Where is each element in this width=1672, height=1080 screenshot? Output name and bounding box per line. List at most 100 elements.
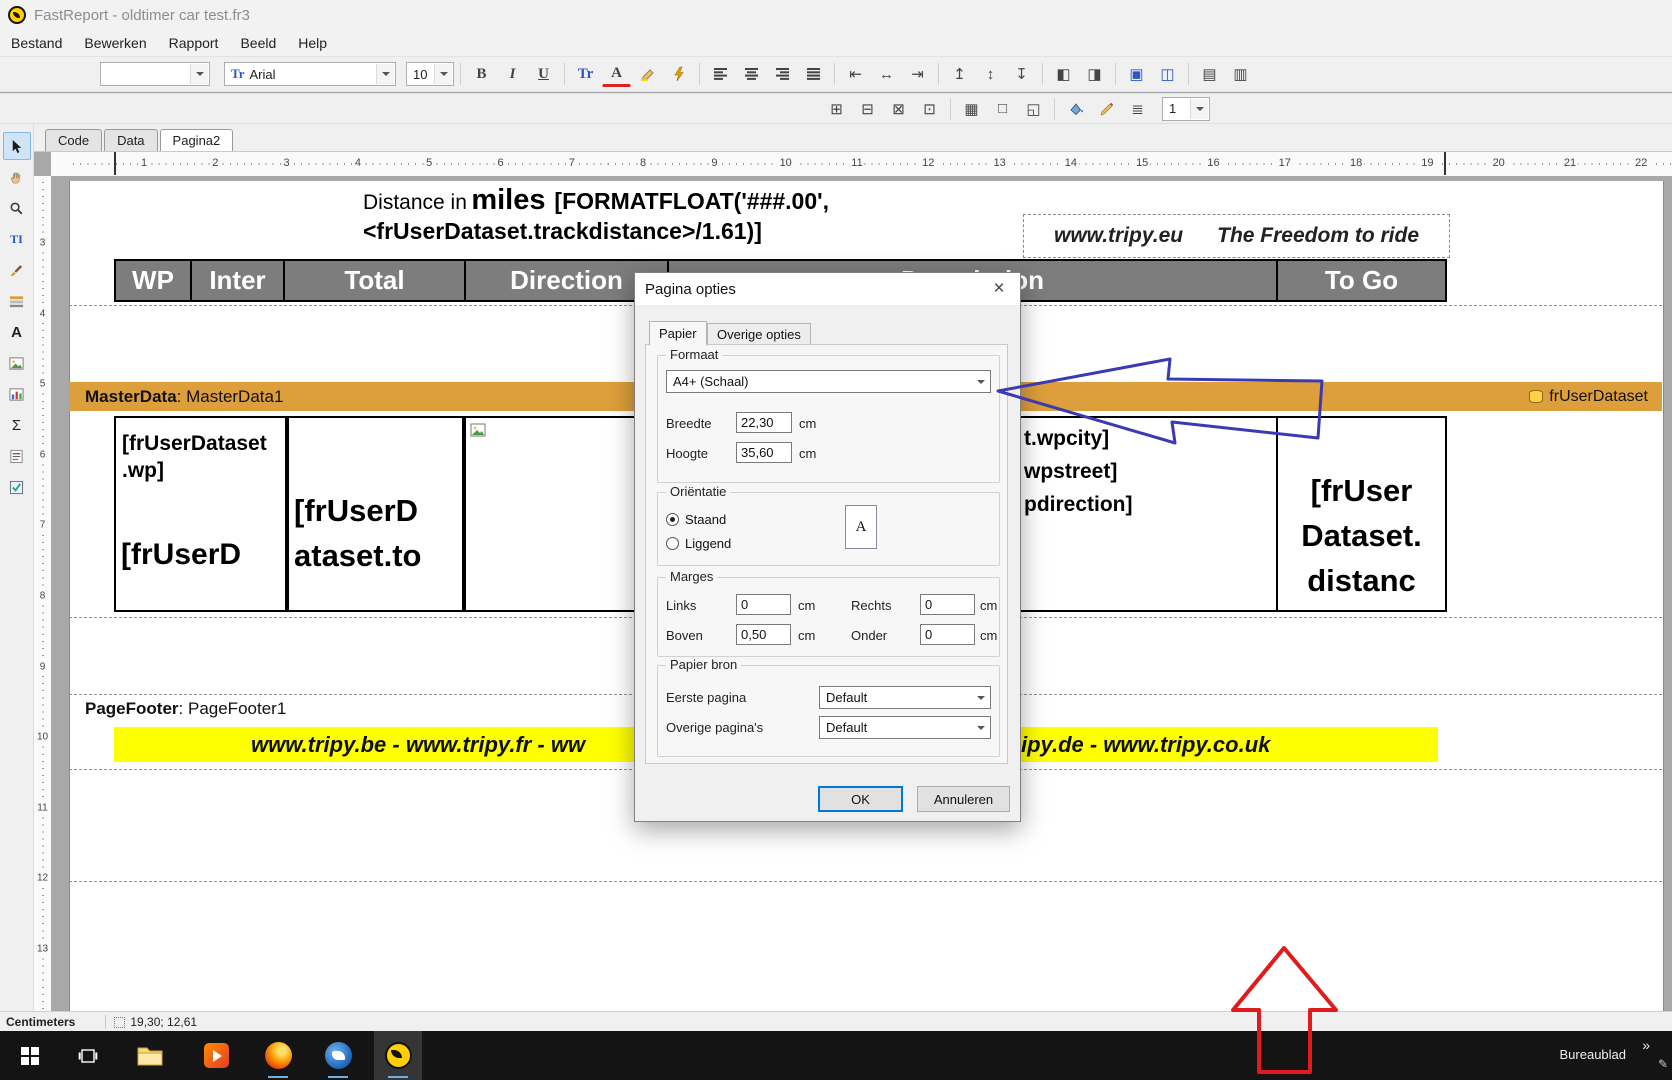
cell-total-object[interactable]: [frUserD ataset.to [287,416,464,612]
boven-input[interactable]: 0,50 [736,624,791,645]
tripy-text-object[interactable]: www.tripy.eu The Freedom to ride [1023,214,1450,258]
insert-checkbox-tool[interactable] [3,473,31,501]
font-size-combo[interactable]: 10 [406,62,454,86]
chevron-down-icon[interactable] [972,718,989,737]
header-cell-togo[interactable]: To Go [1278,261,1445,300]
ok-button[interactable]: OK [818,786,903,812]
hoogte-input[interactable]: 35,60 [736,442,792,463]
insert-text-tool[interactable]: A [3,318,31,346]
align-center-button[interactable] [737,60,766,88]
menu-bestand[interactable]: Bestand [0,32,73,54]
chevron-down-icon[interactable] [1190,98,1208,119]
no-border-button[interactable]: □ [988,95,1017,123]
onder-input[interactable]: 0 [920,624,975,645]
chevron-down-icon[interactable] [972,688,989,707]
style-combo[interactable] [100,62,210,86]
insert-sum-tool[interactable]: Σ [3,411,31,439]
fit-frame-button[interactable]: ▣ [1122,60,1151,88]
task-view-button[interactable] [64,1031,112,1080]
chevron-down-icon[interactable] [972,372,989,391]
firefox-button[interactable] [254,1031,302,1080]
header-cell-total[interactable]: Total [285,261,466,300]
font-name-combo[interactable]: Tr Arial [224,62,396,86]
conditional-highlight-button[interactable] [664,60,693,88]
thunderbird-button[interactable] [314,1031,362,1080]
line-style-button[interactable]: ≣ [1123,95,1152,123]
chevron-down-icon[interactable] [376,64,394,84]
align-to-bottom-button[interactable]: ↧ [1007,60,1036,88]
start-button[interactable] [6,1031,54,1080]
insert-band-tool[interactable] [3,287,31,315]
bold-button[interactable]: B [467,60,496,88]
font-settings-button[interactable]: Tr [571,60,600,88]
partial-border-button[interactable]: ◱ [1019,95,1048,123]
insert-richtext-tool[interactable] [3,442,31,470]
dialog-tab-papier[interactable]: Papier [649,321,707,346]
format-painter-tool[interactable] [3,256,31,284]
annuleren-button[interactable]: Annuleren [917,786,1010,812]
chevron-double-right-icon[interactable]: » [1642,1037,1650,1053]
dialog-tab-overige[interactable]: Overige opties [707,323,811,346]
band-columns-button[interactable]: ▥ [1226,60,1255,88]
header-cell-inter[interactable]: Inter [192,261,285,300]
tab-pagina2[interactable]: Pagina2 [159,129,234,151]
tab-code[interactable]: Code [45,129,103,151]
menu-bewerken[interactable]: Bewerken [73,32,157,54]
all-borders-button[interactable]: ⊞ [822,95,851,123]
dialog-close-button[interactable]: × [978,273,1020,305]
chevron-down-icon[interactable] [190,64,208,84]
align-justify-button[interactable] [799,60,828,88]
align-right-button[interactable] [768,60,797,88]
desktop-toolbar[interactable]: Bureaublad [1560,1047,1627,1062]
header-cell-wp[interactable]: WP [116,261,192,300]
pen-icon[interactable]: ✎ [1658,1057,1668,1071]
highlight-button[interactable] [633,60,662,88]
center-horizontally-button[interactable]: ↔ [872,60,901,88]
links-input[interactable]: 0 [736,594,791,615]
breedte-input[interactable]: 22,30 [736,412,792,433]
align-left-button[interactable] [706,60,735,88]
align-to-left-edge-button[interactable]: ⇤ [841,60,870,88]
same-height-button[interactable]: ◨ [1080,60,1109,88]
grid-fill-button[interactable]: ▦ [957,95,986,123]
menu-rapport[interactable]: Rapport [158,32,230,54]
paper-format-combo[interactable]: A4+ (Schaal) [666,370,991,393]
cell-distance-object[interactable]: [frUser Dataset. distanc [1276,416,1447,612]
cross-borders-button[interactable]: ⊠ [884,95,913,123]
menu-help[interactable]: Help [287,32,338,54]
align-to-top-button[interactable]: ↥ [945,60,974,88]
horizontal-borders-button[interactable]: ⊟ [853,95,882,123]
menu-beeld[interactable]: Beeld [229,32,287,54]
media-player-button[interactable] [192,1031,240,1080]
staand-radio[interactable]: Staand [666,512,726,527]
italic-button[interactable]: I [498,60,527,88]
hand-tool[interactable] [3,163,31,191]
underline-button[interactable]: U [529,60,558,88]
line-color-button[interactable] [1092,95,1121,123]
chevron-down-icon[interactable] [434,64,452,84]
eerste-pagina-combo[interactable]: Default [819,686,991,709]
cell-wp-object[interactable]: [frUserDataset .wp] [frUserD [114,416,287,612]
rechts-input[interactable]: 0 [920,594,975,615]
band-layout-button[interactable]: ▤ [1195,60,1224,88]
zoom-combo[interactable]: 1 [1162,96,1210,121]
font-color-button[interactable]: A [602,61,631,87]
tab-data[interactable]: Data [104,129,158,151]
select-tool[interactable] [2,132,31,160]
text-edit-tool[interactable]: TI [3,225,31,253]
insert-chart-tool[interactable] [3,380,31,408]
zoom-tool[interactable] [3,194,31,222]
pagefooter-band-label[interactable]: PageFooter: PageFooter1 [85,699,286,719]
overige-paginas-combo[interactable]: Default [819,716,991,739]
fill-color-button[interactable] [1061,95,1090,123]
file-explorer-button[interactable] [126,1031,174,1080]
outer-border-button[interactable]: ⊡ [915,95,944,123]
center-vertically-button[interactable]: ↕ [976,60,1005,88]
split-frame-button[interactable]: ◫ [1153,60,1182,88]
liggend-radio[interactable]: Liggend [666,536,731,551]
align-to-right-edge-button[interactable]: ⇥ [903,60,932,88]
same-width-button[interactable]: ◧ [1049,60,1078,88]
insert-picture-tool[interactable] [3,349,31,377]
distance-text-object[interactable]: Distance in miles [FORMATFLOAT('###.00',… [363,184,829,245]
fastreport-taskbar-button[interactable] [374,1031,422,1080]
